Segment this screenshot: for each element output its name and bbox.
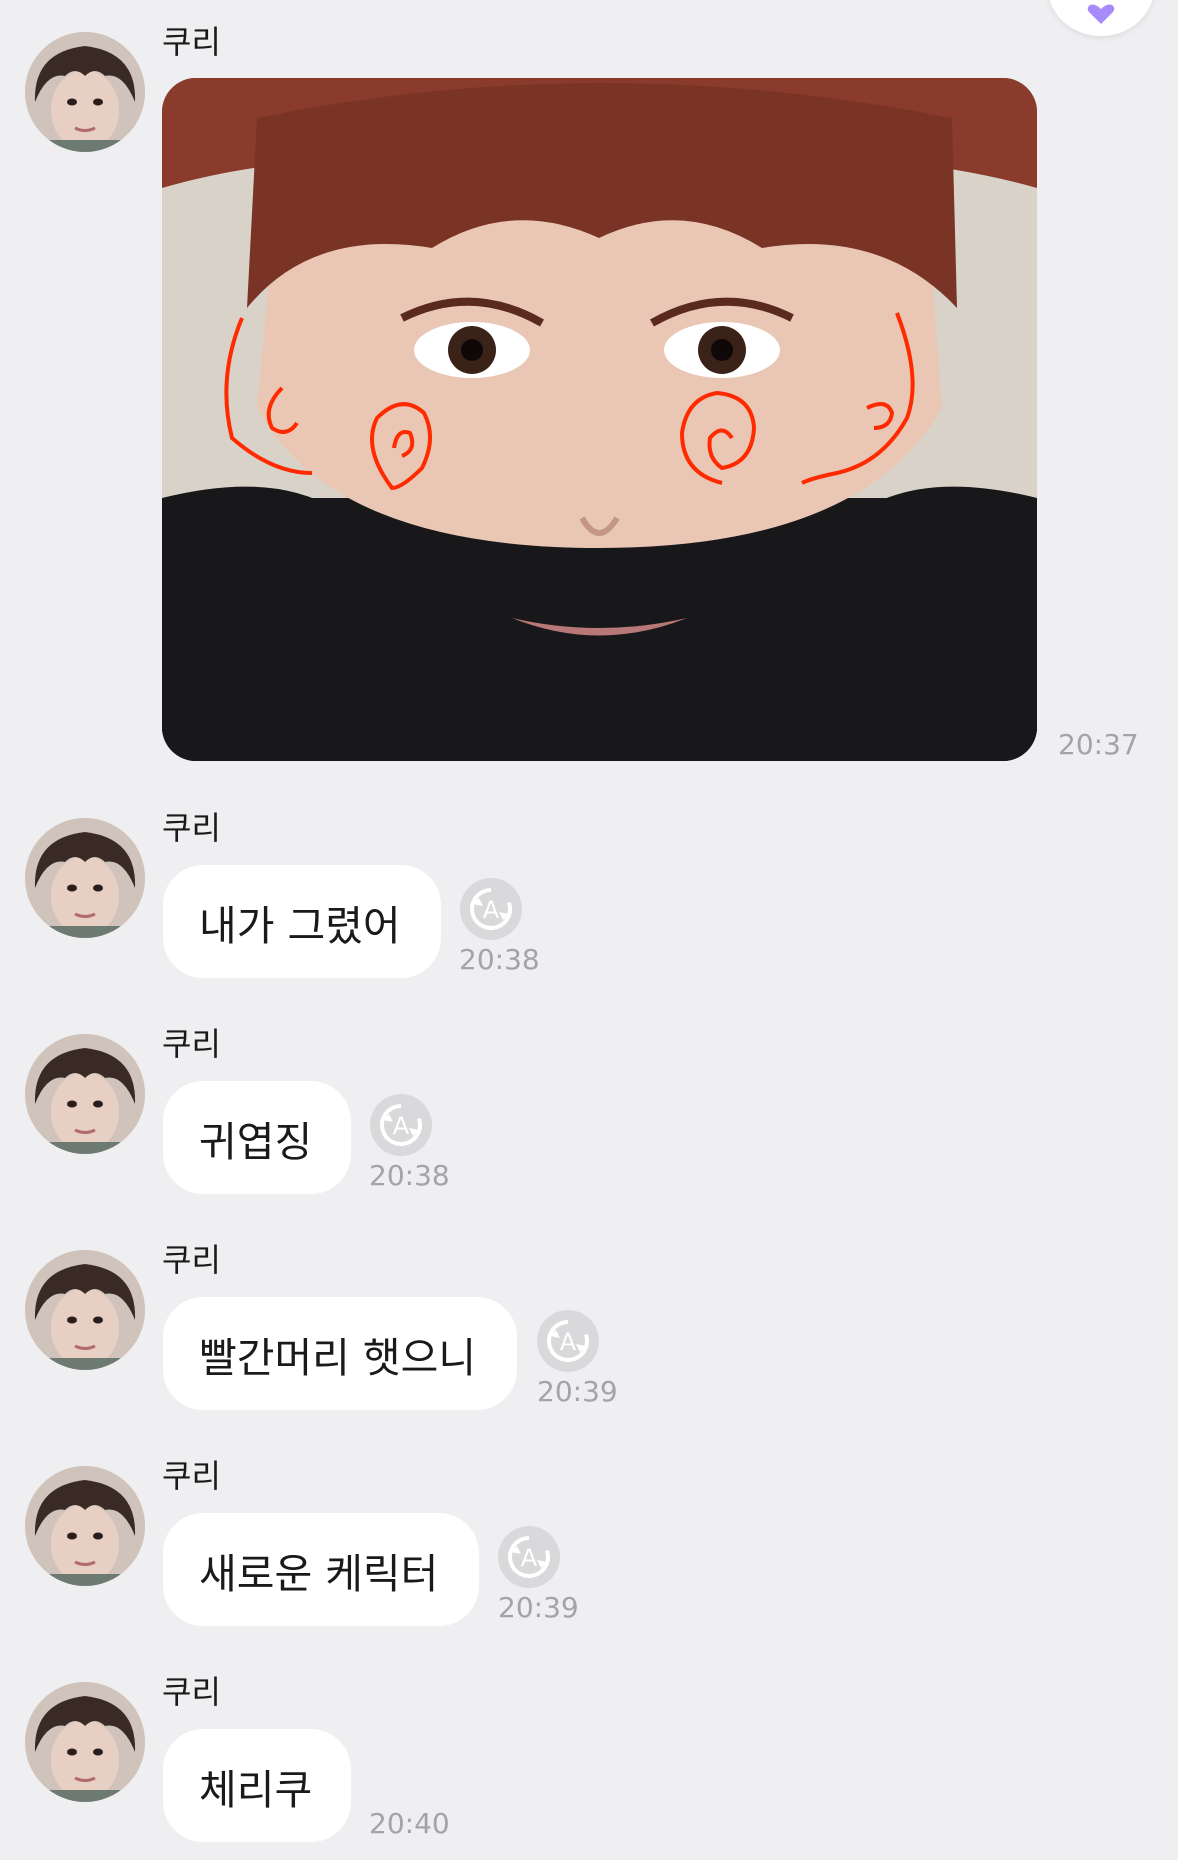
heart-icon [1086, 4, 1116, 24]
message-bubble[interactable]: 귀엽징 [163, 1081, 351, 1194]
message-time: 20:40 [369, 1807, 450, 1840]
sender-name: 쿠리 [162, 1241, 221, 1279]
sender-name: 쿠리 [162, 1025, 221, 1063]
message-bubble[interactable]: 빨간머리 햇으니 [163, 1297, 517, 1410]
avatar[interactable] [25, 1034, 145, 1154]
sender-name: 쿠리 [162, 23, 221, 61]
floating-heart-button[interactable] [1048, 0, 1154, 36]
shared-photo[interactable] [162, 78, 1037, 761]
chat-thread: 쿠리 20:37 쿠리 내가 그렸어 A 20:38 쿠리 귀엽징 A 20:3… [0, 0, 1178, 1860]
svg-text:A: A [560, 1328, 577, 1356]
svg-text:A: A [393, 1112, 410, 1140]
svg-text:A: A [483, 896, 500, 924]
auto-translate-icon[interactable]: A [459, 877, 523, 941]
message-time: 20:39 [498, 1591, 579, 1624]
message-time: 20:38 [369, 1159, 450, 1192]
message-bubble[interactable]: 체리쿠 [163, 1729, 351, 1842]
avatar[interactable] [25, 1250, 145, 1370]
avatar[interactable] [25, 32, 145, 152]
message-time: 20:39 [537, 1375, 618, 1408]
auto-translate-icon[interactable]: A [497, 1525, 561, 1589]
message-bubble[interactable]: 내가 그렸어 [163, 865, 441, 978]
svg-text:A: A [521, 1544, 538, 1572]
message-time: 20:37 [1058, 728, 1139, 761]
avatar[interactable] [25, 1466, 145, 1586]
sender-name: 쿠리 [162, 809, 221, 847]
auto-translate-icon[interactable]: A [536, 1309, 600, 1373]
avatar[interactable] [25, 1682, 145, 1802]
message-bubble[interactable]: 새로운 케릭터 [163, 1513, 479, 1626]
sender-name: 쿠리 [162, 1457, 221, 1495]
auto-translate-icon[interactable]: A [369, 1093, 433, 1157]
message-time: 20:38 [459, 943, 540, 976]
sender-name: 쿠리 [162, 1673, 221, 1711]
avatar[interactable] [25, 818, 145, 938]
